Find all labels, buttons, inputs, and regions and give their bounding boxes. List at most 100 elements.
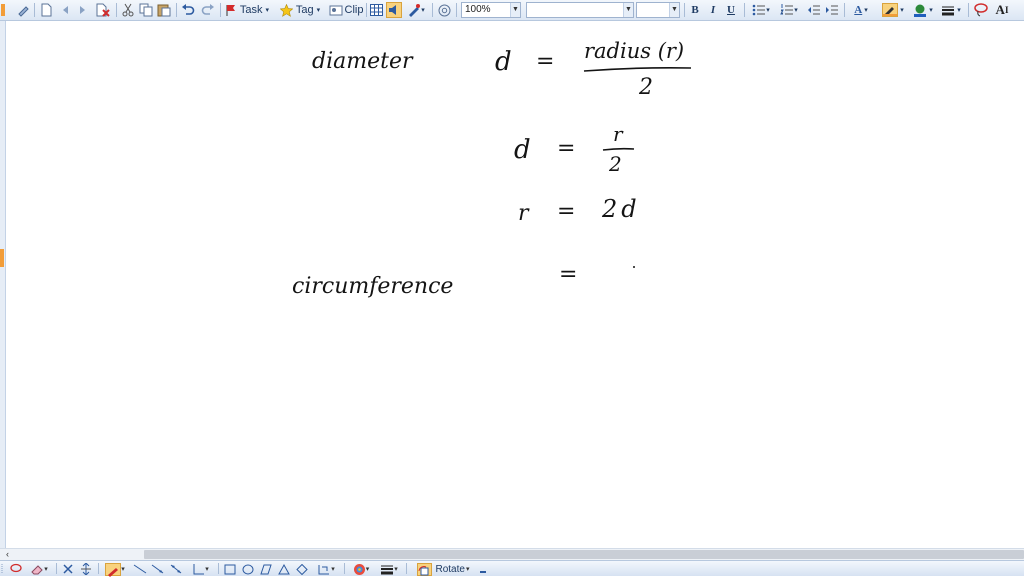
scroll-left-icon[interactable]: ‹ bbox=[6, 549, 9, 560]
increase-indent-icon[interactable] bbox=[824, 2, 840, 18]
circumference-equals: = bbox=[559, 262, 578, 287]
zoom-dropdown-arrow[interactable]: ▼ bbox=[510, 3, 520, 17]
rotate-dropdown-arrow[interactable]: ▾ bbox=[466, 565, 470, 573]
pen-tool-icon[interactable]: ▾ bbox=[404, 2, 428, 18]
line-tool-icon[interactable] bbox=[132, 562, 148, 576]
insert-space-icon[interactable] bbox=[78, 562, 94, 576]
stroke-width-dropdown-arrow[interactable]: ▾ bbox=[394, 565, 398, 573]
d-variable: d bbox=[514, 135, 531, 165]
rotate-button[interactable]: Rotate ▾ bbox=[410, 562, 476, 576]
line-style-icon bbox=[942, 6, 955, 16]
fill-color-icon bbox=[914, 4, 927, 17]
r-over-2-denominator: 2 bbox=[609, 152, 622, 176]
italic-button[interactable]: I bbox=[706, 2, 720, 18]
delete-page-icon[interactable] bbox=[94, 2, 112, 18]
diameter-equals: = bbox=[536, 49, 555, 74]
table-icon[interactable] bbox=[368, 2, 384, 18]
stroke-width-button[interactable]: ▾ bbox=[376, 562, 402, 576]
task-dropdown-arrow[interactable]: ▾ bbox=[266, 6, 270, 14]
font-color-button[interactable]: A ▾ bbox=[848, 2, 874, 18]
rotate-label: Rotate bbox=[435, 563, 465, 575]
font-size-dropdown-arrow[interactable]: ▼ bbox=[669, 3, 679, 17]
axis-tool-dropdown-arrow[interactable]: ▾ bbox=[205, 565, 209, 573]
ellipse-tool-icon[interactable] bbox=[240, 562, 256, 576]
cut-icon[interactable] bbox=[120, 2, 136, 18]
parallelogram-tool-icon[interactable] bbox=[258, 562, 274, 576]
paste-icon[interactable] bbox=[156, 2, 172, 18]
new-page-icon[interactable] bbox=[38, 2, 54, 18]
highlight-dropdown-arrow[interactable]: ▾ bbox=[900, 6, 904, 14]
bold-button[interactable]: B bbox=[688, 2, 702, 18]
text-size-label: A bbox=[995, 2, 1005, 17]
color-picker-button[interactable]: ▾ bbox=[348, 562, 374, 576]
underline-button[interactable]: U bbox=[724, 2, 738, 18]
pen-tool-dropdown-arrow[interactable]: ▾ bbox=[421, 6, 425, 14]
redo-icon[interactable] bbox=[200, 2, 216, 18]
eraser-dropdown-arrow[interactable]: ▾ bbox=[44, 565, 48, 573]
r-variable: r bbox=[518, 201, 529, 226]
text-size-suffix: I bbox=[1004, 5, 1009, 15]
circumference-word: circumference bbox=[292, 274, 454, 299]
axis-tool-button[interactable]: ▾ bbox=[186, 562, 214, 576]
rectangle-tool-icon[interactable] bbox=[222, 562, 238, 576]
toolbar-overflow-icon[interactable] bbox=[478, 562, 488, 576]
forward-icon[interactable] bbox=[76, 2, 90, 18]
task-button[interactable]: Task ▾ bbox=[224, 2, 270, 18]
font-size-select[interactable]: ▼ bbox=[636, 2, 680, 18]
tag-button[interactable]: Tag ▾ bbox=[276, 2, 324, 18]
line-style-button[interactable]: ▾ bbox=[938, 2, 964, 18]
fill-color-dropdown-arrow[interactable]: ▾ bbox=[929, 6, 933, 14]
diameter-fraction-denominator: 2 bbox=[639, 75, 653, 100]
scrollbar-thumb[interactable] bbox=[144, 550, 1024, 559]
pen-mode-icon[interactable] bbox=[14, 2, 32, 18]
font-color-label: A bbox=[854, 4, 863, 16]
tag-dropdown-arrow[interactable]: ▾ bbox=[317, 6, 321, 14]
back-icon[interactable] bbox=[58, 2, 72, 18]
lasso-select-icon[interactable] bbox=[8, 562, 24, 576]
clip-icon bbox=[329, 5, 343, 16]
flag-icon bbox=[226, 5, 235, 16]
font-name-select[interactable]: ▼ bbox=[526, 2, 634, 18]
pen-color-dropdown-arrow[interactable]: ▾ bbox=[121, 565, 125, 573]
eraser-button[interactable]: ▾ bbox=[26, 562, 52, 576]
zoom-select[interactable]: 100% ▼ bbox=[461, 2, 521, 18]
diameter-fraction-numerator: radius (r) bbox=[584, 39, 685, 63]
bullet-list-dropdown-arrow[interactable]: ▾ bbox=[766, 6, 770, 14]
highlight-button[interactable]: ▾ bbox=[880, 2, 906, 18]
lasso-icon[interactable] bbox=[972, 2, 990, 18]
pen-color-button[interactable]: ▾ bbox=[102, 562, 128, 577]
shape-tool-dropdown-arrow[interactable]: ▾ bbox=[331, 565, 335, 573]
shape-tool-icon bbox=[318, 564, 330, 574]
delete-selection-icon[interactable] bbox=[60, 562, 76, 576]
undo-icon[interactable] bbox=[180, 2, 196, 18]
diamond-tool-icon[interactable] bbox=[294, 562, 310, 576]
axis-tool-icon bbox=[193, 564, 205, 575]
font-name-dropdown-arrow[interactable]: ▼ bbox=[623, 3, 633, 17]
horizontal-scrollbar[interactable]: ‹ bbox=[0, 548, 1024, 560]
email-icon[interactable] bbox=[436, 2, 452, 18]
diameter-fraction-bar bbox=[583, 67, 692, 72]
d-equals: = bbox=[557, 136, 576, 161]
drawing-toolbar-grip-icon bbox=[0, 562, 6, 576]
numbered-list-dropdown-arrow[interactable]: ▾ bbox=[794, 6, 798, 14]
line-style-dropdown-arrow[interactable]: ▾ bbox=[957, 6, 961, 14]
note-canvas[interactable]: diameter d = radius (r) 2 d = r 2 r = 2d… bbox=[6, 21, 1024, 548]
page-tab-marker[interactable] bbox=[0, 249, 4, 267]
triangle-tool-icon[interactable] bbox=[276, 562, 292, 576]
fill-color-button[interactable]: ▾ bbox=[910, 2, 936, 18]
arrow-tool-icon[interactable] bbox=[150, 562, 166, 576]
task-label: Task bbox=[239, 4, 263, 16]
font-color-dropdown-arrow[interactable]: ▾ bbox=[864, 6, 868, 14]
rotate-icon bbox=[416, 562, 432, 576]
text-size-button[interactable]: A I bbox=[990, 2, 1014, 18]
shape-tool-button[interactable]: ▾ bbox=[312, 562, 340, 576]
bullet-list-icon[interactable]: ▾ bbox=[748, 2, 774, 18]
audio-icon[interactable] bbox=[386, 2, 402, 18]
decrease-indent-icon[interactable] bbox=[806, 2, 822, 18]
clip-button[interactable]: Clip bbox=[328, 2, 364, 18]
double-arrow-tool-icon[interactable] bbox=[168, 562, 184, 576]
copy-icon[interactable] bbox=[138, 2, 154, 18]
numbered-list-icon[interactable]: ▾ bbox=[776, 2, 802, 18]
clip-label: Clip bbox=[344, 4, 364, 16]
color-picker-dropdown-arrow[interactable]: ▾ bbox=[366, 565, 370, 573]
